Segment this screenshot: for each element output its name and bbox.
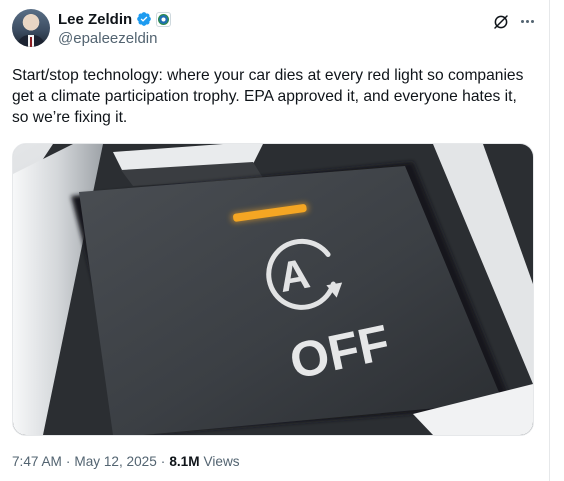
affiliation-seal-mark [158, 13, 170, 25]
verified-badge-icon[interactable] [136, 11, 152, 27]
affiliation-seal-icon[interactable] [156, 11, 172, 27]
more-icon[interactable] [516, 12, 538, 30]
author-name-row: Lee Zeldin [58, 9, 172, 29]
tweet-card: Lee Zeldin @epaleezeldin Start/stop tech… [0, 0, 546, 481]
start-stop-button-photo: A OFF [13, 144, 533, 435]
more-dot [530, 19, 534, 23]
avatar[interactable] [12, 9, 50, 47]
more-dot [525, 19, 529, 23]
meta-separator: · [160, 454, 166, 469]
views-label: Views [203, 454, 240, 469]
tweet-text: Start/stop technology: where your car di… [12, 67, 524, 126]
more-dot [520, 19, 524, 23]
grok-icon[interactable] [492, 13, 510, 31]
meta-separator: · [65, 454, 71, 469]
avatar-tie [30, 37, 32, 47]
author-display-name[interactable]: Lee Zeldin [58, 11, 132, 28]
timeline-divider [549, 0, 550, 481]
tweet-meta: 7:47 AM · May 12, 2025 · 8.1M Views [12, 454, 240, 469]
tweet-media-image[interactable]: A OFF [12, 143, 534, 436]
tweet-date[interactable]: May 12, 2025 [74, 454, 156, 469]
views-count[interactable]: 8.1M [169, 454, 199, 469]
tweet-time[interactable]: 7:47 AM [12, 454, 62, 469]
author-handle[interactable]: @epaleezeldin [58, 30, 157, 47]
